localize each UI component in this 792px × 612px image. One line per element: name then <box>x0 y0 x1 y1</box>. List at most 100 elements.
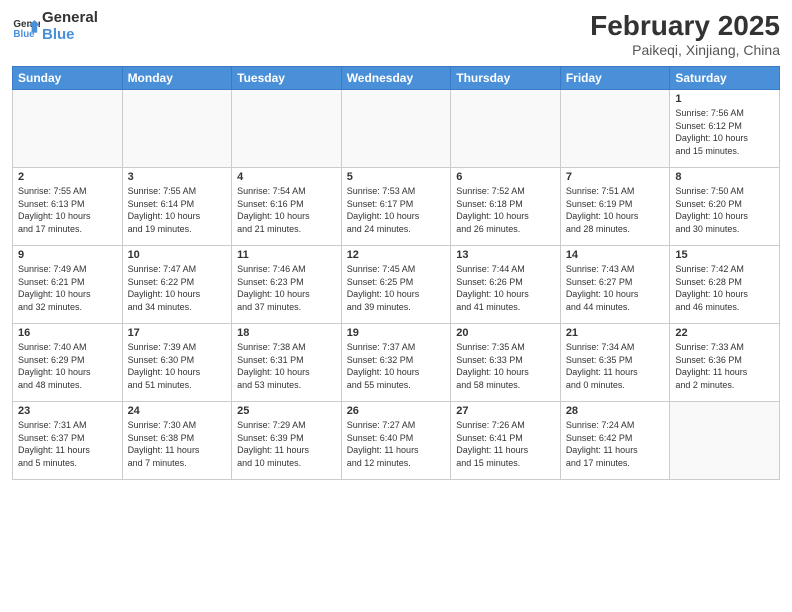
day-info: Sunrise: 7:54 AM Sunset: 6:16 PM Dayligh… <box>237 185 336 235</box>
calendar-cell-w4-d1: 16 Sunrise: 7:40 AM Sunset: 6:29 PM Dayli… <box>13 324 123 402</box>
day-info: Sunrise: 7:55 AM Sunset: 6:13 PM Dayligh… <box>18 185 117 235</box>
header-sunday: Sunday <box>13 67 123 90</box>
calendar-table: Sunday Monday Tuesday Wednesday Thursday… <box>12 66 780 480</box>
day-info: Sunrise: 7:43 AM Sunset: 6:27 PM Dayligh… <box>566 263 665 313</box>
calendar-cell-w4-d6: 21 Sunrise: 7:34 AM Sunset: 6:35 PM Dayli… <box>560 324 670 402</box>
day-number: 18 <box>237 327 336 339</box>
day-number: 1 <box>675 93 774 105</box>
logo-icon: General Blue <box>12 13 40 41</box>
calendar-cell-w3-d2: 10 Sunrise: 7:47 AM Sunset: 6:22 PM Dayli… <box>122 246 232 324</box>
calendar-cell-w2-d6: 7Sunrise: 7:51 AM Sunset: 6:19 PM Daylig… <box>560 168 670 246</box>
calendar-cell-w2-d1: 2 Sunrise: 7:55 AM Sunset: 6:13 PM Daylig… <box>13 168 123 246</box>
calendar-cell-w4-d3: 18 Sunrise: 7:38 AM Sunset: 6:31 PM Dayli… <box>232 324 342 402</box>
calendar-cell-w3-d6: 14 Sunrise: 7:43 AM Sunset: 6:27 PM Dayli… <box>560 246 670 324</box>
calendar-header-row: Sunday Monday Tuesday Wednesday Thursday… <box>13 67 780 90</box>
day-info: Sunrise: 7:50 AM Sunset: 6:20 PM Dayligh… <box>675 185 774 235</box>
calendar-cell-w3-d3: 11Sunrise: 7:46 AM Sunset: 6:23 PM Dayli… <box>232 246 342 324</box>
day-info: Sunrise: 7:40 AM Sunset: 6:29 PM Dayligh… <box>18 341 117 391</box>
day-number: 19 <box>347 327 446 339</box>
day-number: 3 <box>128 171 227 183</box>
day-number: 24 <box>128 405 227 417</box>
day-info: Sunrise: 7:31 AM Sunset: 6:37 PM Dayligh… <box>18 419 117 469</box>
calendar-cell-w5-d3: 25 Sunrise: 7:29 AM Sunset: 6:39 PM Dayli… <box>232 402 342 480</box>
calendar-cell-w2-d3: 4 Sunrise: 7:54 AM Sunset: 6:16 PM Daylig… <box>232 168 342 246</box>
day-number: 12 <box>347 249 446 261</box>
logo: General Blue General Blue <box>12 10 98 43</box>
header-saturday: Saturday <box>670 67 780 90</box>
month-title: February 2025 <box>590 10 780 42</box>
calendar-cell-w4-d7: 22Sunrise: 7:33 AM Sunset: 6:36 PM Dayli… <box>670 324 780 402</box>
calendar-cell-w5-d5: 27Sunrise: 7:26 AM Sunset: 6:41 PM Dayli… <box>451 402 561 480</box>
day-info: Sunrise: 7:26 AM Sunset: 6:41 PM Dayligh… <box>456 419 555 469</box>
title-block: February 2025 Paikeqi, Xinjiang, China <box>590 10 780 58</box>
day-info: Sunrise: 7:44 AM Sunset: 6:26 PM Dayligh… <box>456 263 555 313</box>
day-info: Sunrise: 7:51 AM Sunset: 6:19 PM Dayligh… <box>566 185 665 235</box>
calendar-cell-w5-d2: 24 Sunrise: 7:30 AM Sunset: 6:38 PM Dayli… <box>122 402 232 480</box>
calendar-cell-w1-d4 <box>341 90 451 168</box>
calendar-cell-w3-d7: 15Sunrise: 7:42 AM Sunset: 6:28 PM Dayli… <box>670 246 780 324</box>
day-number: 13 <box>456 249 555 261</box>
day-number: 25 <box>237 405 336 417</box>
calendar-cell-w1-d2 <box>122 90 232 168</box>
logo-general: General <box>42 10 98 27</box>
calendar-cell-w1-d7: 1 Sunrise: 7:56 AM Sunset: 6:12 PM Daylig… <box>670 90 780 168</box>
day-info: Sunrise: 7:47 AM Sunset: 6:22 PM Dayligh… <box>128 263 227 313</box>
day-number: 17 <box>128 327 227 339</box>
calendar-cell-w3-d4: 12 Sunrise: 7:45 AM Sunset: 6:25 PM Dayli… <box>341 246 451 324</box>
calendar-cell-w4-d5: 20 Sunrise: 7:35 AM Sunset: 6:33 PM Dayli… <box>451 324 561 402</box>
calendar-cell-w3-d1: 9Sunrise: 7:49 AM Sunset: 6:21 PM Daylig… <box>13 246 123 324</box>
day-number: 5 <box>347 171 446 183</box>
calendar-cell-w5-d1: 23 Sunrise: 7:31 AM Sunset: 6:37 PM Dayli… <box>13 402 123 480</box>
day-number: 10 <box>128 249 227 261</box>
calendar-cell-w1-d5 <box>451 90 561 168</box>
day-number: 4 <box>237 171 336 183</box>
day-number: 8 <box>675 171 774 183</box>
day-info: Sunrise: 7:30 AM Sunset: 6:38 PM Dayligh… <box>128 419 227 469</box>
day-info: Sunrise: 7:52 AM Sunset: 6:18 PM Dayligh… <box>456 185 555 235</box>
header-friday: Friday <box>560 67 670 90</box>
logo-blue: Blue <box>42 27 98 44</box>
calendar-cell-w4-d4: 19 Sunrise: 7:37 AM Sunset: 6:32 PM Dayli… <box>341 324 451 402</box>
calendar-cell-w1-d3 <box>232 90 342 168</box>
day-number: 26 <box>347 405 446 417</box>
header-monday: Monday <box>122 67 232 90</box>
day-number: 20 <box>456 327 555 339</box>
calendar-cell-w5-d7 <box>670 402 780 480</box>
calendar-cell-w2-d7: 8 Sunrise: 7:50 AM Sunset: 6:20 PM Daylig… <box>670 168 780 246</box>
day-number: 22 <box>675 327 774 339</box>
day-info: Sunrise: 7:37 AM Sunset: 6:32 PM Dayligh… <box>347 341 446 391</box>
day-info: Sunrise: 7:24 AM Sunset: 6:42 PM Dayligh… <box>566 419 665 469</box>
calendar-cell-w5-d6: 28 Sunrise: 7:24 AM Sunset: 6:42 PM Dayli… <box>560 402 670 480</box>
calendar-cell-w4-d2: 17 Sunrise: 7:39 AM Sunset: 6:30 PM Dayli… <box>122 324 232 402</box>
day-info: Sunrise: 7:46 AM Sunset: 6:23 PM Dayligh… <box>237 263 336 313</box>
day-info: Sunrise: 7:35 AM Sunset: 6:33 PM Dayligh… <box>456 341 555 391</box>
day-info: Sunrise: 7:34 AM Sunset: 6:35 PM Dayligh… <box>566 341 665 391</box>
day-number: 21 <box>566 327 665 339</box>
calendar-cell-w2-d4: 5Sunrise: 7:53 AM Sunset: 6:17 PM Daylig… <box>341 168 451 246</box>
day-info: Sunrise: 7:29 AM Sunset: 6:39 PM Dayligh… <box>237 419 336 469</box>
header-tuesday: Tuesday <box>232 67 342 90</box>
day-number: 14 <box>566 249 665 261</box>
calendar-cell-w2-d2: 3 Sunrise: 7:55 AM Sunset: 6:14 PM Daylig… <box>122 168 232 246</box>
day-info: Sunrise: 7:39 AM Sunset: 6:30 PM Dayligh… <box>128 341 227 391</box>
day-info: Sunrise: 7:27 AM Sunset: 6:40 PM Dayligh… <box>347 419 446 469</box>
calendar-cell-w3-d5: 13 Sunrise: 7:44 AM Sunset: 6:26 PM Dayli… <box>451 246 561 324</box>
day-number: 28 <box>566 405 665 417</box>
day-info: Sunrise: 7:38 AM Sunset: 6:31 PM Dayligh… <box>237 341 336 391</box>
location: Paikeqi, Xinjiang, China <box>590 42 780 58</box>
day-number: 16 <box>18 327 117 339</box>
day-number: 23 <box>18 405 117 417</box>
week-row-1: 1 Sunrise: 7:56 AM Sunset: 6:12 PM Daylig… <box>13 90 780 168</box>
page-header: General Blue General Blue February 2025 … <box>12 10 780 58</box>
day-info: Sunrise: 7:55 AM Sunset: 6:14 PM Dayligh… <box>128 185 227 235</box>
day-info: Sunrise: 7:45 AM Sunset: 6:25 PM Dayligh… <box>347 263 446 313</box>
header-wednesday: Wednesday <box>341 67 451 90</box>
day-number: 2 <box>18 171 117 183</box>
week-row-3: 9Sunrise: 7:49 AM Sunset: 6:21 PM Daylig… <box>13 246 780 324</box>
week-row-5: 23 Sunrise: 7:31 AM Sunset: 6:37 PM Dayli… <box>13 402 780 480</box>
day-number: 6 <box>456 171 555 183</box>
week-row-4: 16 Sunrise: 7:40 AM Sunset: 6:29 PM Dayli… <box>13 324 780 402</box>
day-info: Sunrise: 7:56 AM Sunset: 6:12 PM Dayligh… <box>675 107 774 157</box>
day-info: Sunrise: 7:49 AM Sunset: 6:21 PM Dayligh… <box>18 263 117 313</box>
calendar-cell-w1-d6 <box>560 90 670 168</box>
